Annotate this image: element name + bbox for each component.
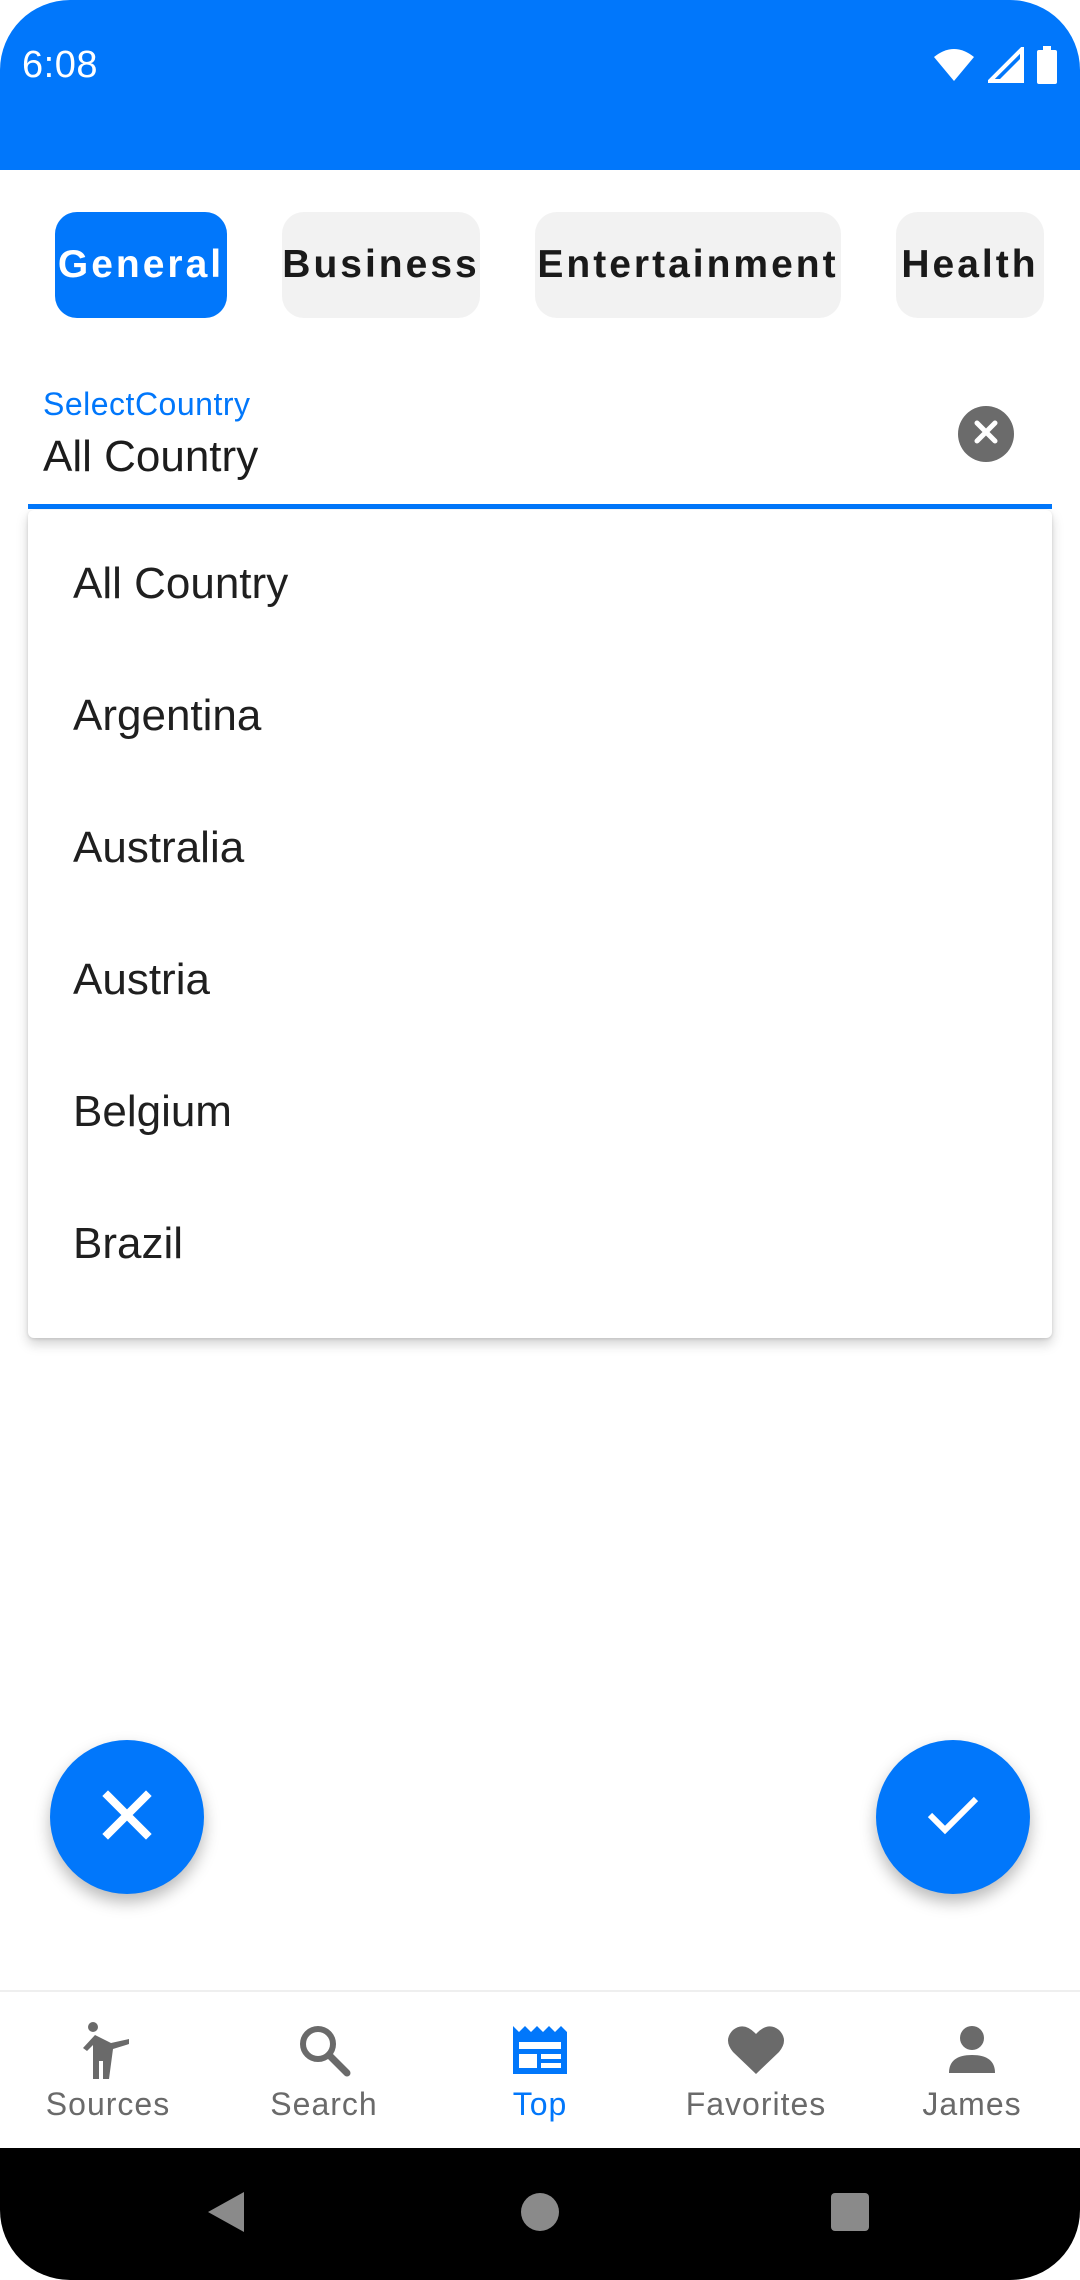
nav-item-sources[interactable]: Sources: [0, 1992, 216, 2150]
close-icon: [102, 1789, 152, 1845]
dropdown-option[interactable]: Brazil: [28, 1178, 1052, 1310]
country-select-field[interactable]: SelectCountry All Country: [28, 370, 1052, 510]
status-icons: [932, 44, 1058, 89]
recents-icon: [830, 2192, 870, 2237]
nav-item-search[interactable]: Search: [216, 1992, 432, 2150]
dropdown-option[interactable]: Australia: [28, 782, 1052, 914]
clear-selection-button[interactable]: [958, 406, 1014, 462]
wifi-icon: [932, 47, 976, 88]
nav-label: Sources: [45, 2086, 171, 2122]
chip-business[interactable]: Business: [282, 212, 480, 318]
nav-label: Favorites: [685, 2086, 827, 2122]
dropdown-option[interactable]: Argentina: [28, 650, 1052, 782]
chip-label: Health: [901, 243, 1039, 286]
category-chips: General Business Entertainment Health: [0, 212, 1080, 318]
person-icon: [942, 2020, 1002, 2080]
home-icon: [520, 2192, 560, 2237]
confirm-fab[interactable]: [876, 1740, 1030, 1894]
newspaper-icon: [510, 2020, 570, 2080]
field-underline: [28, 504, 1052, 509]
nav-label: Top: [512, 2086, 568, 2122]
dropdown-option[interactable]: Austria: [28, 914, 1052, 1046]
heart-icon: [726, 2020, 786, 2080]
country-select-label: SelectCountry: [43, 386, 251, 422]
battery-icon: [1036, 46, 1058, 89]
nav-label: Search: [270, 2086, 378, 2122]
cancel-fab[interactable]: [50, 1740, 204, 1894]
dropdown-option[interactable]: Belgium: [28, 1046, 1052, 1178]
country-select-value[interactable]: All Country: [43, 432, 258, 482]
chip-general[interactable]: General: [55, 212, 227, 318]
bottom-navigation: Sources Search Top Favorites James: [0, 1990, 1080, 2150]
status-time: 6:08: [22, 44, 98, 86]
nav-item-top[interactable]: Top: [432, 1992, 648, 2150]
check-icon: [926, 1795, 980, 1840]
nav-item-profile[interactable]: James: [864, 1992, 1080, 2150]
chip-label: General: [57, 243, 225, 286]
status-bar: 6:08: [0, 0, 1080, 170]
close-icon: [973, 419, 999, 450]
chip-entertainment[interactable]: Entertainment: [535, 212, 841, 318]
system-navigation-bar: [0, 2148, 1080, 2280]
dropdown-option[interactable]: All Country: [28, 518, 1052, 650]
person-pointing-icon: [78, 2020, 138, 2080]
home-button[interactable]: [504, 2148, 576, 2280]
back-button[interactable]: [190, 2148, 262, 2280]
nav-item-favorites[interactable]: Favorites: [648, 1992, 864, 2150]
signal-icon: [985, 44, 1024, 88]
recents-button[interactable]: [814, 2148, 886, 2280]
back-icon: [206, 2190, 246, 2239]
chip-label: Business: [282, 243, 480, 286]
country-dropdown-menu: All Country Argentina Australia Austria …: [28, 510, 1052, 1338]
nav-label: James: [922, 2086, 1022, 2122]
search-icon: [294, 2020, 354, 2080]
chip-label: Entertainment: [537, 243, 839, 286]
chip-health[interactable]: Health: [896, 212, 1044, 318]
